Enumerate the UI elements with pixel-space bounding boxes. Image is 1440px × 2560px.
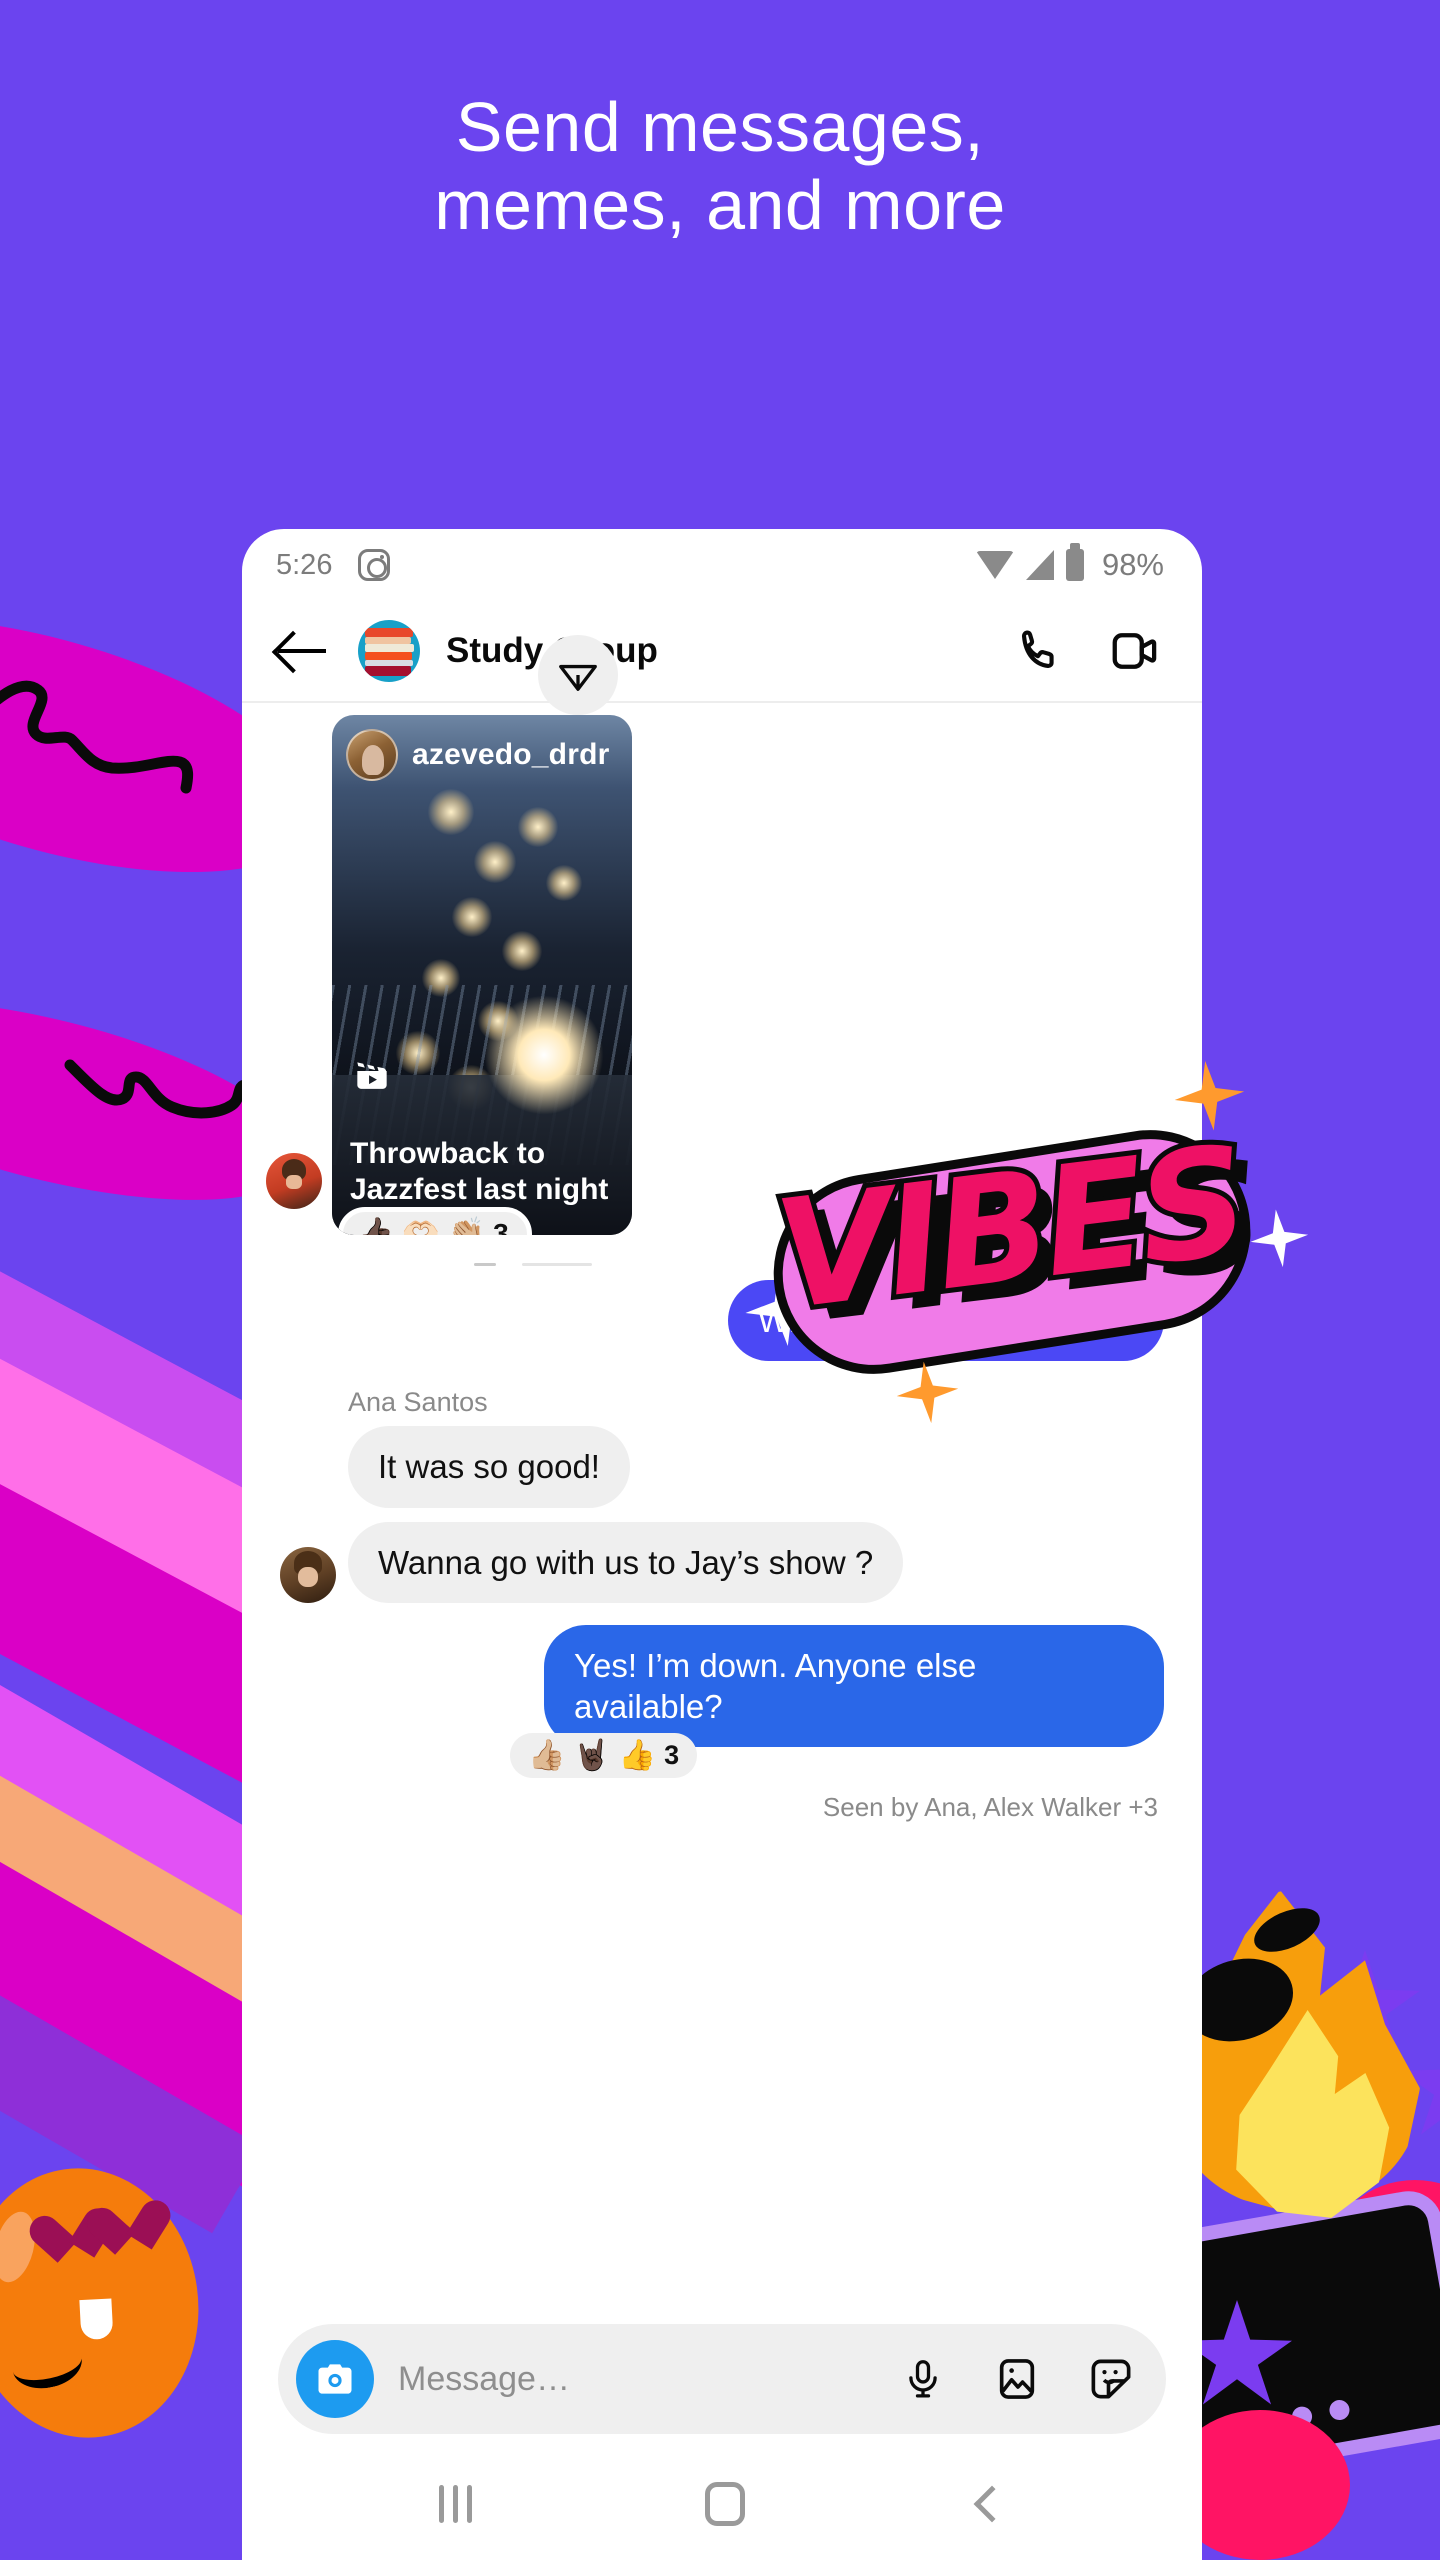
heart-eye-left — [46, 2200, 111, 2262]
microphone-icon[interactable] — [896, 2352, 950, 2406]
message-row: Wanna go with us to Jay’s show ? — [242, 1508, 1202, 1603]
reaction-emoji: 👍🏼 — [528, 1738, 566, 1772]
send-paper-plane-icon[interactable] — [538, 635, 618, 715]
avatar — [346, 729, 398, 781]
status-bar: 5:26 98% — [242, 529, 1202, 601]
reaction-count: 3 — [493, 1218, 509, 1235]
status-time: 5:26 — [276, 548, 333, 581]
purple-star-2 — [1400, 2030, 1440, 2135]
reaction-emoji: 🤘🏿 — [573, 1738, 611, 1772]
flame-outer — [1175, 1890, 1420, 2210]
avatar[interactable] — [280, 1546, 336, 1603]
message-reaction-pill[interactable]: 👍🏼 🤘🏿 👍 3 — [510, 1733, 698, 1779]
reels-icon — [350, 1054, 394, 1103]
phone-icon[interactable] — [1012, 624, 1066, 678]
android-navigation-bar — [242, 2444, 1202, 2560]
message-row: It was so good! — [242, 1426, 1202, 1508]
post-caption: Throwback to Jazzfest last night — [350, 1136, 616, 1209]
reaction-emoji: 👍🏿 — [357, 1217, 395, 1236]
reaction-emoji: 👏🏼 — [447, 1217, 486, 1236]
sticker-icon[interactable] — [1084, 2352, 1138, 2406]
video-camera-icon[interactable] — [1108, 624, 1162, 678]
reaction-emoji: 👍 — [618, 1738, 657, 1772]
face-tooth — [79, 2298, 114, 2341]
headline-line-2: memes, and more — [434, 166, 1006, 245]
message-row: Yes! I’m down. Anyone else available? — [242, 1603, 1202, 1748]
ribbon-8 — [0, 1826, 263, 2234]
books-stack-avatar[interactable] — [358, 620, 420, 682]
message-bubble-incoming[interactable]: It was so good! — [348, 1426, 630, 1508]
post-caption-line-2: Jazzfest last night — [350, 1173, 609, 1207]
squiggle-line-1 — [0, 680, 194, 794]
cellular-signal-icon — [1025, 550, 1054, 580]
shared-post-card[interactable]: azevedo_drdr Throwback to Jazzfest last … — [332, 715, 632, 1235]
home-icon[interactable] — [705, 2482, 746, 2526]
promo-screenshot: Send messages, memes, and more 5:26 98% — [0, 0, 1440, 2560]
promo-headline: Send messages, memes, and more — [0, 88, 1440, 245]
message-input[interactable]: Message… — [398, 2360, 570, 2399]
heart-eyes-face-doodle — [0, 2153, 216, 2453]
post-username: azevedo_drdr — [412, 738, 610, 771]
message-bubble-incoming[interactable]: Wanna go with us to Jay’s show ? — [348, 1521, 904, 1603]
post-reaction-pill[interactable]: 👍🏿 🫶🏻 👏🏼 3 — [338, 1207, 532, 1235]
message-composer: Message… — [242, 2324, 1202, 2434]
heart-eye-right — [104, 2192, 169, 2254]
chat-header: Study Group — [242, 601, 1202, 703]
post-caption-line-1: Throwback to — [350, 1136, 546, 1170]
headline-line-1: Send messages, — [455, 88, 985, 166]
seen-status: Seen by Ana, Alex Walker +3 — [822, 1792, 1158, 1823]
image-icon[interactable] — [990, 2352, 1044, 2406]
recents-icon[interactable] — [438, 2485, 472, 2523]
vibes-sticker: VIBES — [734, 1062, 1289, 1443]
flame-hole-2 — [1247, 1899, 1327, 1961]
sticker-dots — [1213, 2398, 1352, 2444]
ribbon-4 — [0, 1368, 18, 1642]
reaction-count: 3 — [664, 1740, 680, 1771]
camera-icon[interactable] — [296, 2340, 374, 2418]
reaction-emoji: 🫶🏻 — [402, 1217, 440, 1236]
avatar[interactable] — [266, 1153, 322, 1209]
face-highlight — [0, 2207, 42, 2287]
phone-mockup: 5:26 98% Study Group — [242, 529, 1202, 2560]
purple-star-1 — [1310, 1950, 1420, 2055]
back-arrow-icon[interactable] — [274, 623, 330, 679]
fire-sticker-cluster — [1140, 1870, 1440, 2560]
message-bubble-outgoing[interactable]: Yes! I’m down. Anyone else available? — [544, 1624, 1164, 1748]
flame-inner — [1236, 2010, 1390, 2218]
post-author[interactable]: azevedo_drdr — [346, 729, 609, 781]
message-reaction-row: 👍🏼 🤘🏿 👍 3 — [242, 1733, 1202, 1779]
back-chevron-icon[interactable] — [973, 2485, 1011, 2523]
battery-level: 98% — [1101, 547, 1164, 582]
wifi-icon — [975, 551, 1014, 579]
pink-blob-1 — [1330, 2180, 1440, 2330]
face-smile — [8, 2334, 87, 2395]
instagram-icon — [358, 549, 391, 581]
battery-icon — [1065, 543, 1084, 581]
